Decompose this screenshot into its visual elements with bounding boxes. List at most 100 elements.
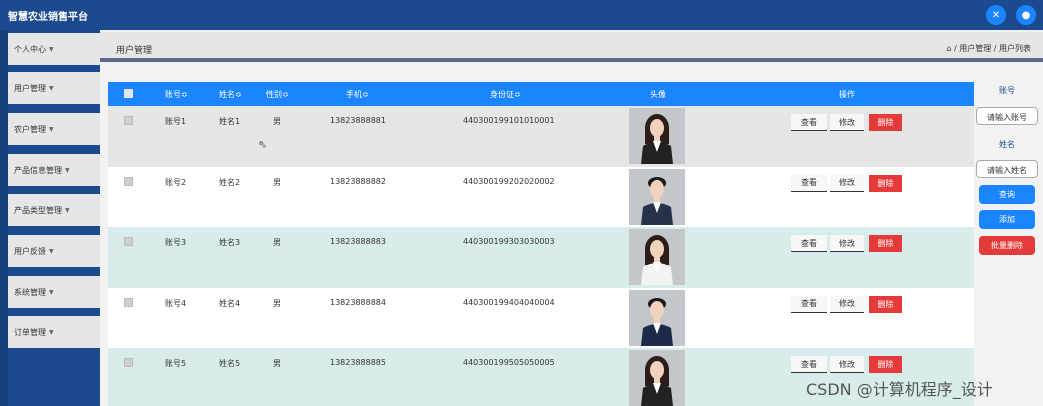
- cell-id-card: 440300199101010001: [463, 116, 555, 125]
- view-button[interactable]: 查看: [791, 114, 827, 131]
- expand-icon: ✕: [991, 9, 1001, 21]
- cell-account: 账号3: [165, 238, 187, 247]
- cell-id-card: 440300199202020002: [463, 176, 555, 186]
- avatar: [629, 108, 685, 164]
- delete-button[interactable]: 删除: [869, 295, 902, 313]
- cell-name: 姓名3: [219, 238, 241, 247]
- account-search-input[interactable]: 请输入账号: [976, 107, 1038, 125]
- cell-id-card: 440300199303030003: [463, 237, 555, 246]
- sidebar-item-product-type[interactable]: 产品类型管理 ▼: [8, 194, 100, 226]
- breadcrumb[interactable]: ⌂ / 用户管理 / 用户列表: [946, 43, 1031, 54]
- batch-delete-button[interactable]: 批量删除: [979, 236, 1035, 255]
- column-name[interactable]: 姓名≎: [219, 89, 242, 100]
- edit-button[interactable]: 修改: [830, 295, 864, 313]
- row-checkbox[interactable]: [124, 358, 133, 367]
- edit-button[interactable]: 修改: [830, 356, 864, 373]
- user-button[interactable]: ●: [1016, 5, 1036, 25]
- cell-gender: 男: [273, 117, 281, 126]
- sidebar-item-user-management[interactable]: 用户管理 ▼: [8, 72, 100, 104]
- view-button[interactable]: 查看: [791, 174, 827, 192]
- avatar: [629, 350, 685, 406]
- edit-button[interactable]: 修改: [830, 235, 864, 252]
- cell-account: 账号5: [165, 359, 187, 368]
- cell-id-card: 440300199505050005: [463, 358, 555, 367]
- column-gender[interactable]: 性别≎: [266, 89, 289, 100]
- edit-button[interactable]: 修改: [830, 114, 864, 131]
- table-body: 账号1 姓名1 男 13823888881 440300199101010001 查看 修改…: [108, 106, 974, 406]
- sidebar-item-order-management[interactable]: 订单管理 ▼: [8, 316, 100, 348]
- column-phone[interactable]: 手机≎: [346, 89, 369, 100]
- table-row: 账号2 姓名2 男 13823888882 440300199202020002 查看 修改…: [108, 166, 974, 227]
- column-id-card[interactable]: 身份证≎: [490, 89, 521, 100]
- table-row: 账号1 姓名1 男 13823888881 440300199101010001 查看 修改…: [108, 106, 974, 167]
- table-header: 账号≎ 姓名≎ 性别≎ 手机≎ 身份证≎ 头像 操作: [108, 82, 974, 106]
- table-row: 账号3 姓名3 男 13823888883 440300199303030003 查看 修改…: [108, 227, 974, 288]
- cell-name: 姓名4: [219, 298, 241, 308]
- fullscreen-button[interactable]: ✕: [986, 5, 1006, 25]
- view-button[interactable]: 查看: [791, 356, 827, 373]
- account-search-label: 账号: [999, 86, 1015, 95]
- top-bar: 智慧农业销售平台 ✕ ●: [0, 0, 1043, 30]
- column-avatar: 头像: [650, 90, 666, 99]
- user-table: 账号≎ 姓名≎ 性别≎ 手机≎ 身份证≎ 头像 操作 账号1 姓名1 男 138238…: [108, 82, 974, 406]
- delete-button[interactable]: 删除: [869, 356, 902, 373]
- page-header: 用户管理 ⌂ / 用户管理 / 用户列表: [100, 32, 1043, 62]
- cell-name: 姓名2: [219, 177, 241, 187]
- chevron-down-icon: ▼: [49, 45, 54, 53]
- cell-account: 账号2: [165, 177, 187, 187]
- delete-button[interactable]: 删除: [869, 235, 902, 252]
- cell-phone: 13823888884: [330, 297, 386, 307]
- sidebar-item-label: 农户管理: [14, 124, 46, 134]
- sidebar-item-system-management[interactable]: 系统管理 ▼: [8, 276, 100, 308]
- sidebar-item-product-info[interactable]: 产品信息管理 ▼: [8, 154, 100, 186]
- cell-account: 账号1: [165, 117, 187, 126]
- sidebar-item-label: 产品信息管理: [14, 165, 62, 175]
- chevron-down-icon: ▼: [65, 206, 70, 214]
- chevron-down-icon: ▼: [49, 247, 54, 255]
- delete-button[interactable]: 删除: [869, 174, 902, 192]
- cell-gender: 男: [273, 298, 281, 308]
- sidebar-item-farmer-management[interactable]: 农户管理 ▼: [8, 113, 100, 145]
- cell-gender: 男: [273, 177, 281, 187]
- cell-gender: 男: [273, 238, 281, 247]
- sidebar-item-user-feedback[interactable]: 用户反馈 ▼: [8, 235, 100, 267]
- sidebar-item-personal-center[interactable]: 个人中心 ▼: [8, 33, 100, 65]
- cell-id-card: 440300199404040004: [463, 297, 555, 307]
- cell-phone: 13823888883: [330, 237, 386, 246]
- chevron-down-icon: ▼: [65, 166, 70, 174]
- chevron-down-icon: ▼: [49, 288, 54, 296]
- cell-phone: 13823888882: [330, 176, 386, 186]
- sidebar-item-label: 订单管理: [14, 327, 46, 337]
- chevron-down-icon: ▼: [49, 84, 54, 92]
- watermark: CSDN @计算机程序_设计: [806, 380, 993, 399]
- delete-button[interactable]: 删除: [869, 114, 902, 131]
- select-all-checkbox[interactable]: [124, 89, 133, 98]
- column-account[interactable]: 账号≎: [165, 89, 188, 100]
- sidebar-item-label: 用户管理: [14, 83, 46, 93]
- cell-name: 姓名5: [219, 359, 241, 368]
- row-checkbox[interactable]: [124, 116, 133, 125]
- avatar: [629, 229, 685, 285]
- cell-gender: 男: [273, 359, 281, 368]
- edit-button[interactable]: 修改: [830, 174, 864, 192]
- name-search-input[interactable]: 请输入姓名: [976, 160, 1038, 178]
- view-button[interactable]: 查看: [791, 235, 827, 252]
- query-button[interactable]: 查询: [979, 185, 1035, 204]
- row-checkbox[interactable]: [124, 237, 133, 246]
- cell-name: 姓名1: [219, 117, 241, 126]
- sidebar-edge: [0, 30, 8, 406]
- column-actions: 操作: [839, 90, 855, 99]
- row-checkbox[interactable]: [124, 176, 133, 186]
- avatar: [629, 168, 685, 225]
- avatar: [629, 289, 685, 346]
- cell-account: 账号4: [165, 298, 187, 308]
- chevron-down-icon: ▼: [49, 125, 54, 133]
- sidebar-item-label: 产品类型管理: [14, 205, 62, 215]
- cell-phone: 13823888881: [330, 116, 386, 125]
- sidebar-item-label: 系统管理: [14, 287, 46, 297]
- app-title: 智慧农业销售平台: [8, 12, 88, 23]
- row-checkbox[interactable]: [124, 297, 133, 307]
- add-button[interactable]: 添加: [979, 210, 1035, 229]
- view-button[interactable]: 查看: [791, 295, 827, 313]
- user-icon: ●: [1021, 9, 1031, 21]
